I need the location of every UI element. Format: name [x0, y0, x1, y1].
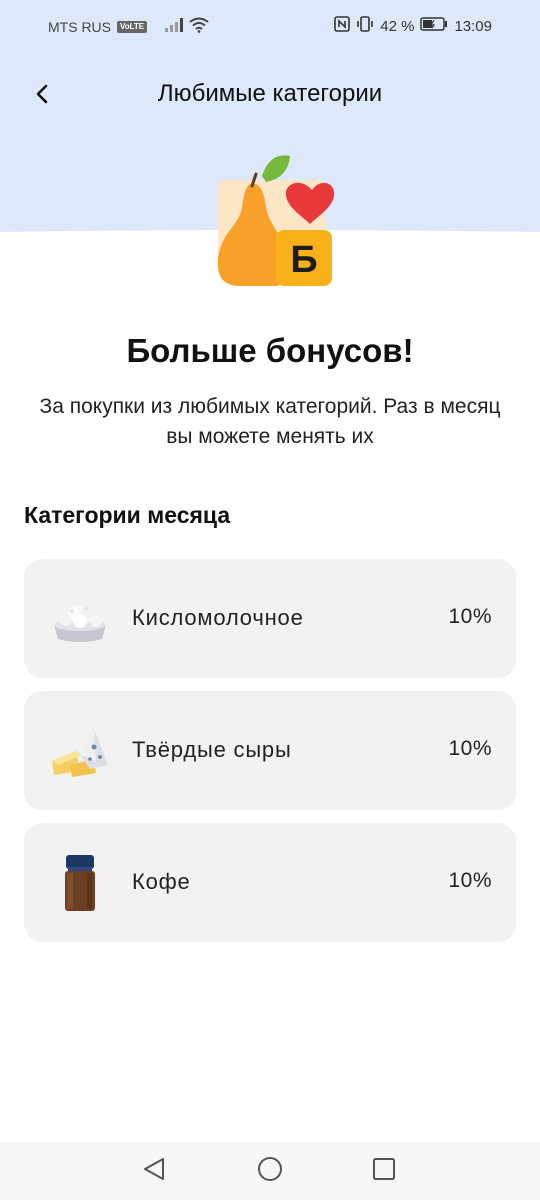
categories-list: Кисломолочное 10% Твёрдые сыры 10% Кофе … — [24, 559, 516, 955]
bonus-badge-letter: Б — [290, 239, 317, 281]
category-card-coffee[interactable]: Кофе 10% — [24, 823, 516, 942]
square-recents-icon — [371, 1156, 397, 1187]
system-navigation-bar — [0, 1142, 540, 1200]
category-card-dairy[interactable]: Кисломолочное 10% — [24, 559, 516, 678]
favorite-categories-illustration: Б — [210, 148, 340, 293]
carrier-name: MTS RUS — [48, 18, 111, 35]
section-title: Категории месяца — [24, 502, 231, 528]
status-right: 42 % 13:09 — [334, 16, 492, 36]
category-label: Кисломолочное — [132, 605, 304, 630]
circle-home-icon — [256, 1155, 284, 1188]
screen: MTS RUS VoLTE 42 % 13:09 Любимые категор… — [0, 0, 540, 1200]
category-percent: 10% — [448, 605, 492, 628]
cottage-cheese-icon — [50, 589, 110, 649]
coffee-jar-icon — [50, 853, 110, 913]
status-bar: MTS RUS VoLTE 42 % 13:09 — [0, 0, 540, 52]
nav-back-button[interactable] — [138, 1155, 170, 1187]
nav-recents-button[interactable] — [368, 1155, 400, 1187]
app-header: Любимые категории — [0, 66, 540, 126]
status-left: MTS RUS VoLTE — [48, 17, 209, 36]
vibrate-icon — [356, 16, 374, 36]
page-title: Любимые категории — [157, 80, 383, 107]
cheese-icon — [50, 721, 110, 781]
triangle-back-icon — [141, 1156, 167, 1187]
battery-icon — [420, 17, 448, 35]
category-label: Кофе — [132, 869, 191, 894]
category-card-hard-cheese[interactable]: Твёрдые сыры 10% — [24, 691, 516, 810]
clock-time: 13:09 — [454, 17, 492, 35]
category-percent: 10% — [448, 737, 492, 760]
nfc-icon — [334, 16, 351, 36]
signal-icon — [165, 18, 184, 35]
battery-percent: 42 % — [380, 17, 415, 35]
category-label: Твёрдые сыры — [132, 737, 292, 762]
volte-badge: VoLTE — [117, 20, 148, 33]
headline: Больше бонусов! — [126, 332, 414, 369]
wifi-icon — [189, 17, 209, 36]
nav-home-button[interactable] — [254, 1155, 286, 1187]
subtitle: За покупки из любимых категорий. Раз в м… — [39, 395, 501, 448]
category-percent: 10% — [448, 869, 492, 892]
